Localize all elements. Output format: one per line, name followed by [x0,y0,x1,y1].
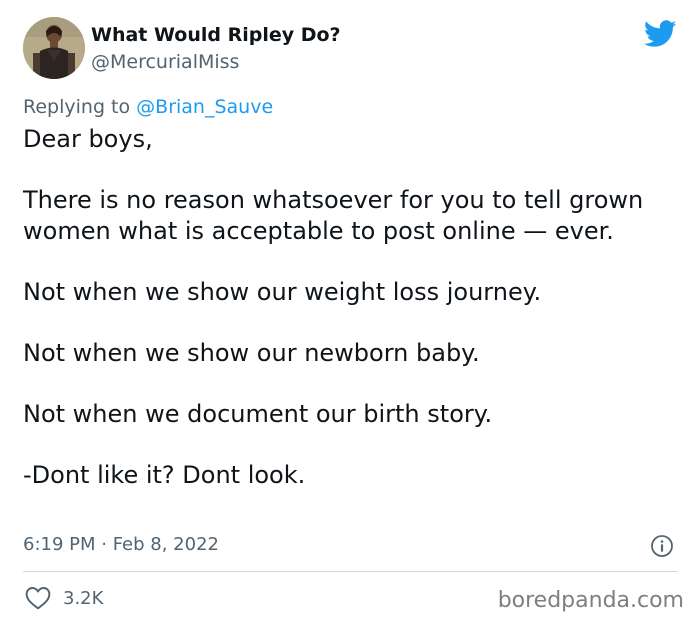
tweet-paragraph: Not when we document our birth story. [23,400,493,428]
twitter-bird-icon[interactable] [643,20,677,48]
divider [23,571,678,572]
heart-icon [25,587,51,610]
user-handle[interactable]: @MercurialMiss [91,51,239,73]
tweet-paragraph: Not when we show our weight loss journey… [23,278,542,306]
tweet-paragraph: There is no reason whatsoever for you to… [23,186,644,245]
reply-target-link[interactable]: @Brian_Sauve [136,96,273,118]
profile-photo-icon [23,17,85,79]
tweet-timestamp[interactable]: 6:19 PM · Feb 8, 2022 [23,534,219,555]
avatar[interactable] [23,17,85,79]
replying-to-label: Replying to [23,96,137,118]
replying-to: Replying to @Brian_Sauve [23,96,273,118]
like-count: 3.2K [63,587,104,609]
tweet-paragraph: Dear boys, [23,125,153,153]
tweet-paragraph: -Dont like it? Dont look. [23,461,306,489]
tweet-paragraph: Not when we show our newborn baby. [23,339,480,367]
info-icon[interactable] [650,534,674,558]
tweet-card: What Would Ripley Do? @MercurialMiss Rep… [0,0,700,624]
like-button[interactable]: 3.2K [25,584,103,612]
watermark: boredpanda.com [497,588,684,613]
display-name[interactable]: What Would Ripley Do? [91,24,341,46]
tweet-text: Dear boys, There is no reason whatsoever… [23,124,683,491]
